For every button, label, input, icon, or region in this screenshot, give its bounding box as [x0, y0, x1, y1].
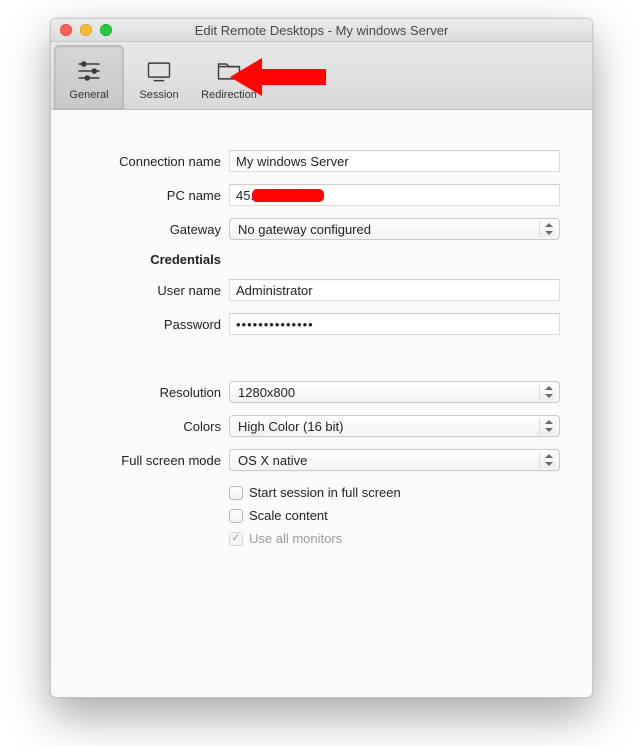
label-gateway: Gateway — [71, 222, 221, 237]
checkbox-row-scale-content[interactable]: Scale content — [229, 508, 560, 523]
sliders-icon — [74, 57, 104, 85]
checkbox-icon: ✓ — [229, 532, 243, 546]
monitor-icon — [144, 57, 174, 85]
minimize-icon[interactable] — [80, 24, 92, 36]
window-controls — [51, 24, 112, 36]
tab-label: Redirection — [201, 89, 257, 101]
checkbox-label: Use all monitors — [249, 531, 342, 546]
gateway-select[interactable]: No gateway configured — [229, 218, 560, 240]
label-user-name: User name — [71, 283, 221, 298]
colors-select[interactable]: High Color (16 bit) — [229, 415, 560, 437]
label-credentials: Credentials — [71, 252, 221, 267]
chevron-updown-icon — [545, 386, 553, 398]
checkbox-label: Start session in full screen — [249, 485, 401, 500]
label-pc-name: PC name — [71, 188, 221, 203]
full-screen-mode-select[interactable]: OS X native — [229, 449, 560, 471]
chevron-updown-icon — [545, 420, 553, 432]
checkbox-icon — [229, 509, 243, 523]
label-colors: Colors — [71, 419, 221, 434]
tab-session[interactable]: Session — [124, 45, 194, 109]
checkbox-icon — [229, 486, 243, 500]
window-title: Edit Remote Desktops - My windows Server — [51, 23, 592, 38]
tab-label: Session — [139, 89, 178, 101]
dialog-window: Edit Remote Desktops - My windows Server… — [50, 18, 593, 698]
resolution-select[interactable]: 1280x800 — [229, 381, 560, 403]
zoom-icon[interactable] — [100, 24, 112, 36]
label-resolution: Resolution — [71, 385, 221, 400]
pc-name-field[interactable]: 45. — [229, 184, 560, 206]
chevron-updown-icon — [545, 223, 553, 235]
redaction-overlay — [252, 189, 324, 202]
close-icon[interactable] — [60, 24, 72, 36]
password-field[interactable]: •••••••••••••• — [229, 313, 560, 335]
connection-name-field[interactable]: My windows Server — [229, 150, 560, 172]
checkbox-row-start-full-screen[interactable]: Start session in full screen — [229, 485, 560, 500]
checkbox-label: Scale content — [249, 508, 328, 523]
user-name-field[interactable]: Administrator — [229, 279, 560, 301]
tab-general[interactable]: General — [54, 45, 124, 109]
toolbar: General Session Redirection — [51, 42, 592, 110]
titlebar: Edit Remote Desktops - My windows Server — [51, 19, 592, 42]
form-panel: Connection name My windows Server PC nam… — [51, 110, 592, 566]
tab-redirection[interactable]: Redirection — [194, 45, 264, 109]
label-full-screen-mode: Full screen mode — [71, 453, 221, 468]
label-password: Password — [71, 317, 221, 332]
tab-label: General — [69, 89, 108, 101]
label-connection-name: Connection name — [71, 154, 221, 169]
folder-icon — [214, 57, 244, 85]
checkbox-row-use-all-monitors: ✓ Use all monitors — [229, 531, 560, 546]
chevron-updown-icon — [545, 454, 553, 466]
